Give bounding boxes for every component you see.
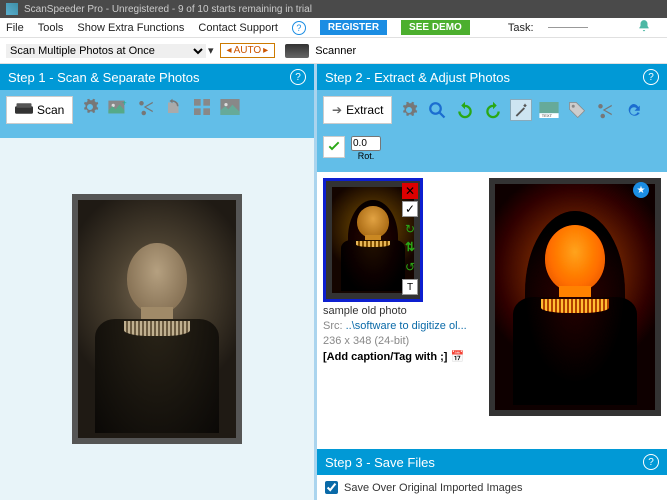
photo-thumbnail[interactable]: ✕ ✓ ↻ ⇅ ↺ T bbox=[323, 178, 423, 302]
step1-viewer[interactable] bbox=[0, 138, 314, 500]
save-over-checkbox[interactable] bbox=[325, 481, 338, 494]
step1-toolbar: Scan + bbox=[0, 90, 314, 138]
step2-title: Step 2 - Extract & Adjust Photos bbox=[325, 70, 510, 85]
confirm-icon[interactable] bbox=[323, 136, 345, 158]
gear-icon[interactable] bbox=[398, 99, 420, 121]
scissors-icon[interactable] bbox=[135, 96, 157, 118]
rotation-label: Rot. bbox=[358, 151, 375, 161]
scanner-icon bbox=[285, 44, 309, 58]
window-title: ScanSpeeder Pro - Unregistered - 9 of 10… bbox=[24, 4, 312, 15]
refresh-icon[interactable] bbox=[622, 99, 644, 121]
step1-help-icon[interactable]: ? bbox=[290, 69, 306, 85]
step1-panel: Step 1 - Scan & Separate Photos ? Scan + bbox=[0, 64, 314, 500]
calendar-icon[interactable]: 📅 bbox=[451, 351, 465, 363]
scan-button[interactable]: Scan bbox=[6, 96, 73, 124]
menu-file[interactable]: File bbox=[6, 22, 24, 34]
app-icon bbox=[6, 3, 18, 15]
thumb-check-icon[interactable]: ✓ bbox=[402, 201, 418, 217]
rotate-left-icon[interactable] bbox=[454, 99, 476, 121]
svg-text:+: + bbox=[122, 99, 127, 107]
menu-show-extra[interactable]: Show Extra Functions bbox=[77, 22, 184, 34]
magic-wand-icon[interactable] bbox=[510, 99, 532, 121]
rotation-input[interactable] bbox=[351, 136, 381, 151]
grid-icon[interactable] bbox=[191, 96, 213, 118]
titlebar: ScanSpeeder Pro - Unregistered - 9 of 10… bbox=[0, 0, 667, 18]
step2-panel: Step 2 - Extract & Adjust Photos ? ➔Extr… bbox=[314, 64, 667, 500]
menu-tools[interactable]: Tools bbox=[38, 22, 64, 34]
task-label: Task: bbox=[508, 22, 534, 34]
rotate-right-icon[interactable] bbox=[482, 99, 504, 121]
step3-header: Step 3 - Save Files ? bbox=[317, 449, 667, 475]
scissors-icon[interactable] bbox=[594, 99, 616, 121]
add-photo-icon[interactable]: + bbox=[107, 96, 129, 118]
thumb-dimensions: 236 x 348 (24-bit) bbox=[323, 335, 483, 347]
rotate-icon[interactable] bbox=[163, 96, 185, 118]
task-field[interactable] bbox=[548, 27, 588, 28]
step3-options: Save Over Original Imported Images bbox=[317, 475, 667, 500]
scanner-label[interactable]: Scanner bbox=[315, 45, 356, 57]
gear-icon[interactable] bbox=[79, 96, 101, 118]
preview-wrap: ★ bbox=[489, 178, 661, 443]
help-icon[interactable]: ? bbox=[292, 21, 306, 35]
scanned-photo[interactable] bbox=[72, 194, 242, 444]
auto-button[interactable]: ◂AUTO▸ bbox=[220, 43, 276, 58]
scan-mode-toolbar: Scan Multiple Photos at Once ▾ ◂AUTO▸ Sc… bbox=[0, 38, 667, 64]
extract-button[interactable]: ➔Extract bbox=[323, 96, 392, 124]
save-over-label: Save Over Original Imported Images bbox=[344, 482, 523, 494]
star-badge-icon[interactable]: ★ bbox=[633, 182, 649, 198]
register-button[interactable]: REGISTER bbox=[320, 20, 387, 35]
text-overlay-icon[interactable]: TEXT bbox=[538, 99, 560, 121]
step2-body: ✕ ✓ ↻ ⇅ ↺ T sample old photo Src: ..\sof… bbox=[317, 172, 667, 449]
see-demo-button[interactable]: SEE DEMO bbox=[401, 20, 470, 35]
thumb-delete-icon[interactable]: ✕ bbox=[402, 183, 418, 199]
thumbnail-column: ✕ ✓ ↻ ⇅ ↺ T sample old photo Src: ..\sof… bbox=[323, 178, 483, 443]
thumb-flip-icon[interactable]: ⇅ bbox=[402, 239, 418, 255]
menubar: File Tools Show Extra Functions Contact … bbox=[0, 18, 667, 38]
thumb-rotate-icon[interactable]: ↻ bbox=[402, 221, 418, 237]
scan-mode-select[interactable]: Scan Multiple Photos at Once bbox=[6, 44, 206, 58]
tag-icon[interactable] bbox=[566, 99, 588, 121]
step3-title: Step 3 - Save Files bbox=[325, 455, 435, 470]
enhanced-preview[interactable] bbox=[489, 178, 661, 416]
thumb-filename: sample old photo bbox=[323, 305, 483, 317]
thumb-rotate2-icon[interactable]: ↺ bbox=[402, 259, 418, 275]
thumb-source: Src: ..\software to digitize ol... bbox=[323, 320, 483, 332]
menu-contact-support[interactable]: Contact Support bbox=[198, 22, 278, 34]
step2-toolbar: ➔Extract TEXT Rot. bbox=[317, 90, 667, 172]
photo-icon[interactable] bbox=[219, 96, 241, 118]
step2-help-icon[interactable]: ? bbox=[643, 69, 659, 85]
thumb-text-icon[interactable]: T bbox=[402, 279, 418, 295]
svg-text:TEXT: TEXT bbox=[542, 113, 553, 118]
caption-field[interactable]: [Add caption/Tag with ;] 📅 bbox=[323, 350, 483, 363]
step1-title: Step 1 - Scan & Separate Photos bbox=[8, 70, 200, 85]
bell-icon[interactable] bbox=[637, 19, 661, 36]
step3-help-icon[interactable]: ? bbox=[643, 454, 659, 470]
step2-header: Step 2 - Extract & Adjust Photos ? bbox=[317, 64, 667, 90]
step1-header: Step 1 - Scan & Separate Photos ? bbox=[0, 64, 314, 90]
magnifier-icon[interactable] bbox=[426, 99, 448, 121]
